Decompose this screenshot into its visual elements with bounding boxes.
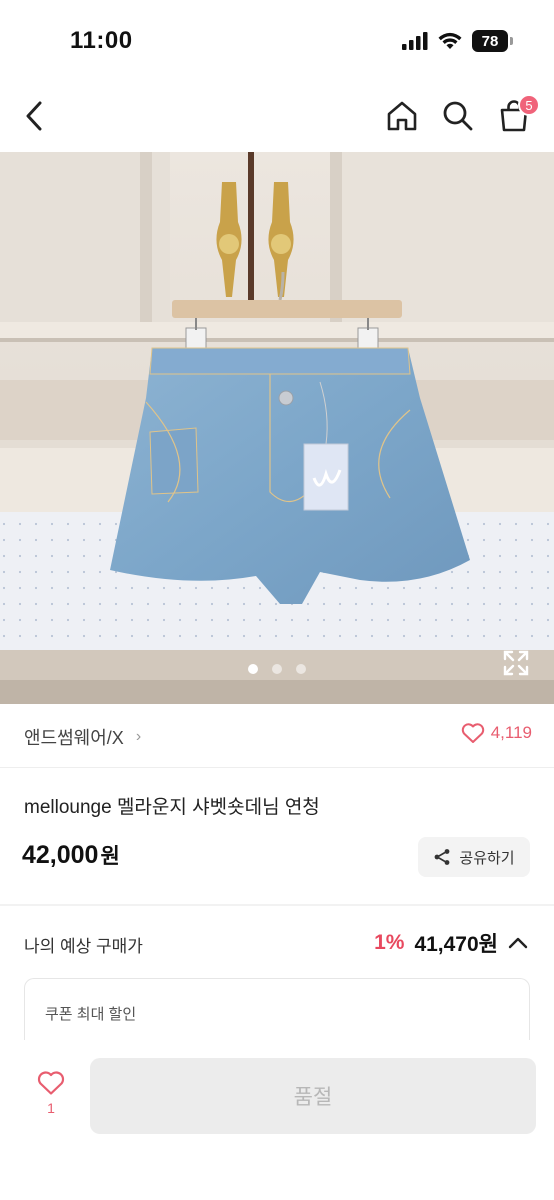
coupon-label: 쿠폰 최대 할인 <box>45 1006 137 1023</box>
gallery-dot-2[interactable] <box>272 664 282 674</box>
heart-outline-icon <box>37 1071 65 1095</box>
bottom-action-bar: 1 품절 <box>0 1040 554 1200</box>
status-time: 11:00 <box>70 27 133 54</box>
chevron-right-icon: › <box>135 728 142 745</box>
shop-row: 앤드썸웨어/X › 4,119 <box>0 704 554 768</box>
home-icon <box>387 101 417 131</box>
battery-icon: 78 <box>472 30 513 52</box>
expand-image-button[interactable] <box>502 649 530 677</box>
cart-count-badge: 5 <box>518 94 540 116</box>
estimated-price-label: 나의 예상 구매가 <box>24 937 143 956</box>
signal-icon <box>402 32 428 50</box>
top-nav-bar: 5 <box>0 80 554 152</box>
home-button[interactable] <box>380 80 424 152</box>
gallery-pagination <box>0 664 554 674</box>
share-button[interactable]: 공유하기 <box>418 837 530 877</box>
sold-out-label: 품절 <box>293 1086 333 1109</box>
wifi-icon <box>438 32 462 49</box>
search-button[interactable] <box>436 80 480 152</box>
gallery-dot-3[interactable] <box>296 664 306 674</box>
estimated-price-toggle[interactable]: 1% 41,470원 <box>374 928 528 958</box>
shop-like-count: 4,119 <box>490 723 532 742</box>
status-icons: 78 <box>402 30 513 52</box>
shop-name: 앤드썸웨어/X <box>24 728 124 748</box>
product-image-gallery[interactable] <box>0 152 554 704</box>
share-label: 공유하기 <box>459 849 515 867</box>
estimated-price-row: 나의 예상 구매가 1% 41,470원 <box>0 920 554 964</box>
heart-outline-icon <box>461 723 484 743</box>
sold-out-button[interactable]: 품절 <box>90 1058 536 1134</box>
cart-button[interactable]: 5 <box>492 80 540 152</box>
product-photo <box>0 152 554 704</box>
search-icon <box>443 101 473 131</box>
expand-icon <box>503 650 529 676</box>
status-bar: 11:00 78 <box>0 0 554 80</box>
gallery-dot-1[interactable] <box>248 664 258 674</box>
shop-like-button[interactable]: 4,119 <box>461 722 532 744</box>
chevron-up-icon <box>508 937 528 949</box>
price-value: 42,000 <box>22 841 99 869</box>
product-title: mellounge 멜라운지 샤벳숏데님 연청 <box>24 797 320 818</box>
shop-link[interactable]: 앤드썸웨어/X › <box>24 724 141 750</box>
price-currency: 원 <box>100 845 120 868</box>
section-divider <box>0 904 554 906</box>
product-price: 42,000원 <box>22 840 120 870</box>
favorite-count: 1 <box>47 1100 55 1116</box>
battery-level: 78 <box>481 32 499 50</box>
back-button[interactable] <box>12 80 56 152</box>
estimated-price-value: 41,470원 <box>414 933 498 956</box>
discount-percent: 1% <box>374 931 405 954</box>
favorite-button[interactable]: 1 <box>30 1070 72 1130</box>
share-icon <box>434 849 450 865</box>
chevron-left-icon <box>26 101 42 131</box>
